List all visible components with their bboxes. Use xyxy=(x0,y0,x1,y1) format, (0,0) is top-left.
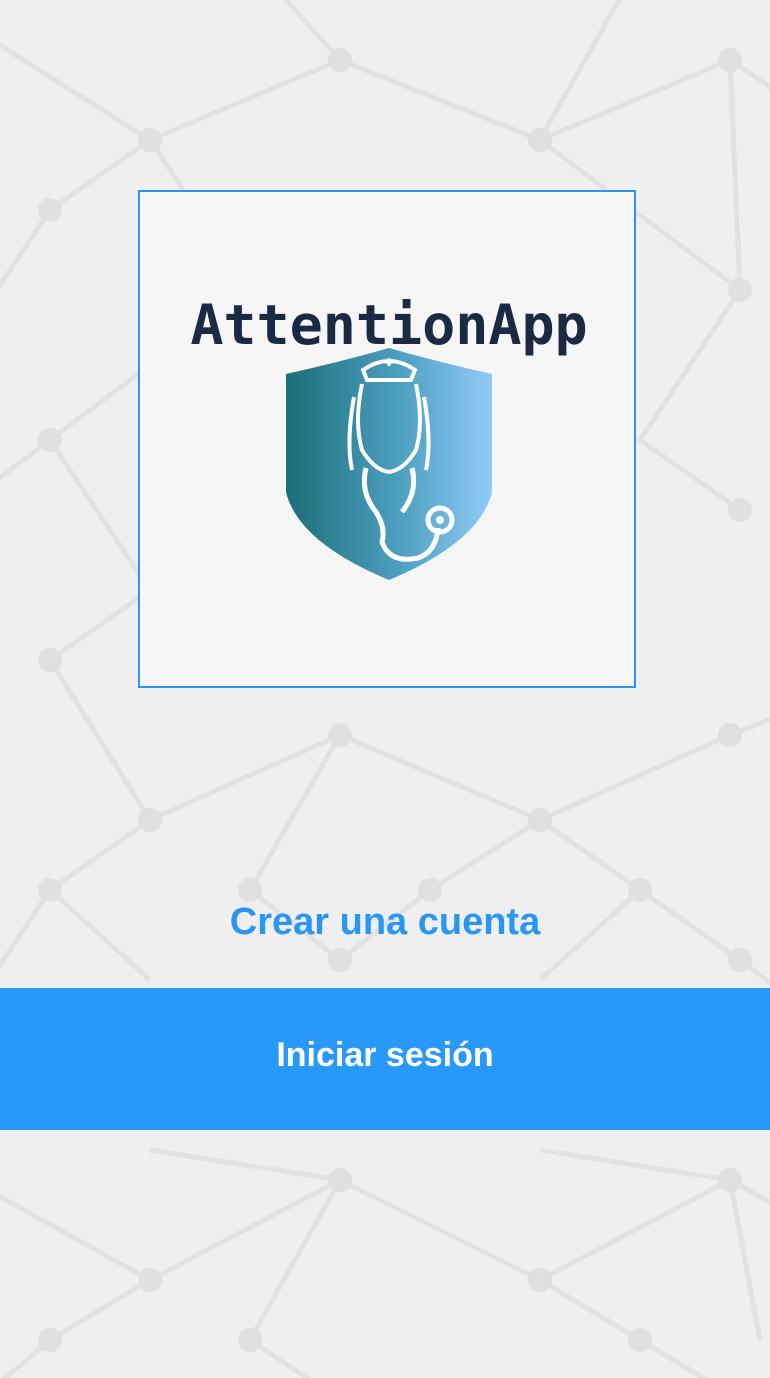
create-account-link[interactable]: Crear una cuenta xyxy=(0,894,770,950)
shield-nurse-stethoscope-icon xyxy=(286,348,492,580)
brand-wordmark: AttentionApp xyxy=(190,293,587,357)
app-logo: AttentionApp xyxy=(138,190,636,688)
login-button[interactable]: Iniciar sesión xyxy=(0,988,770,1130)
